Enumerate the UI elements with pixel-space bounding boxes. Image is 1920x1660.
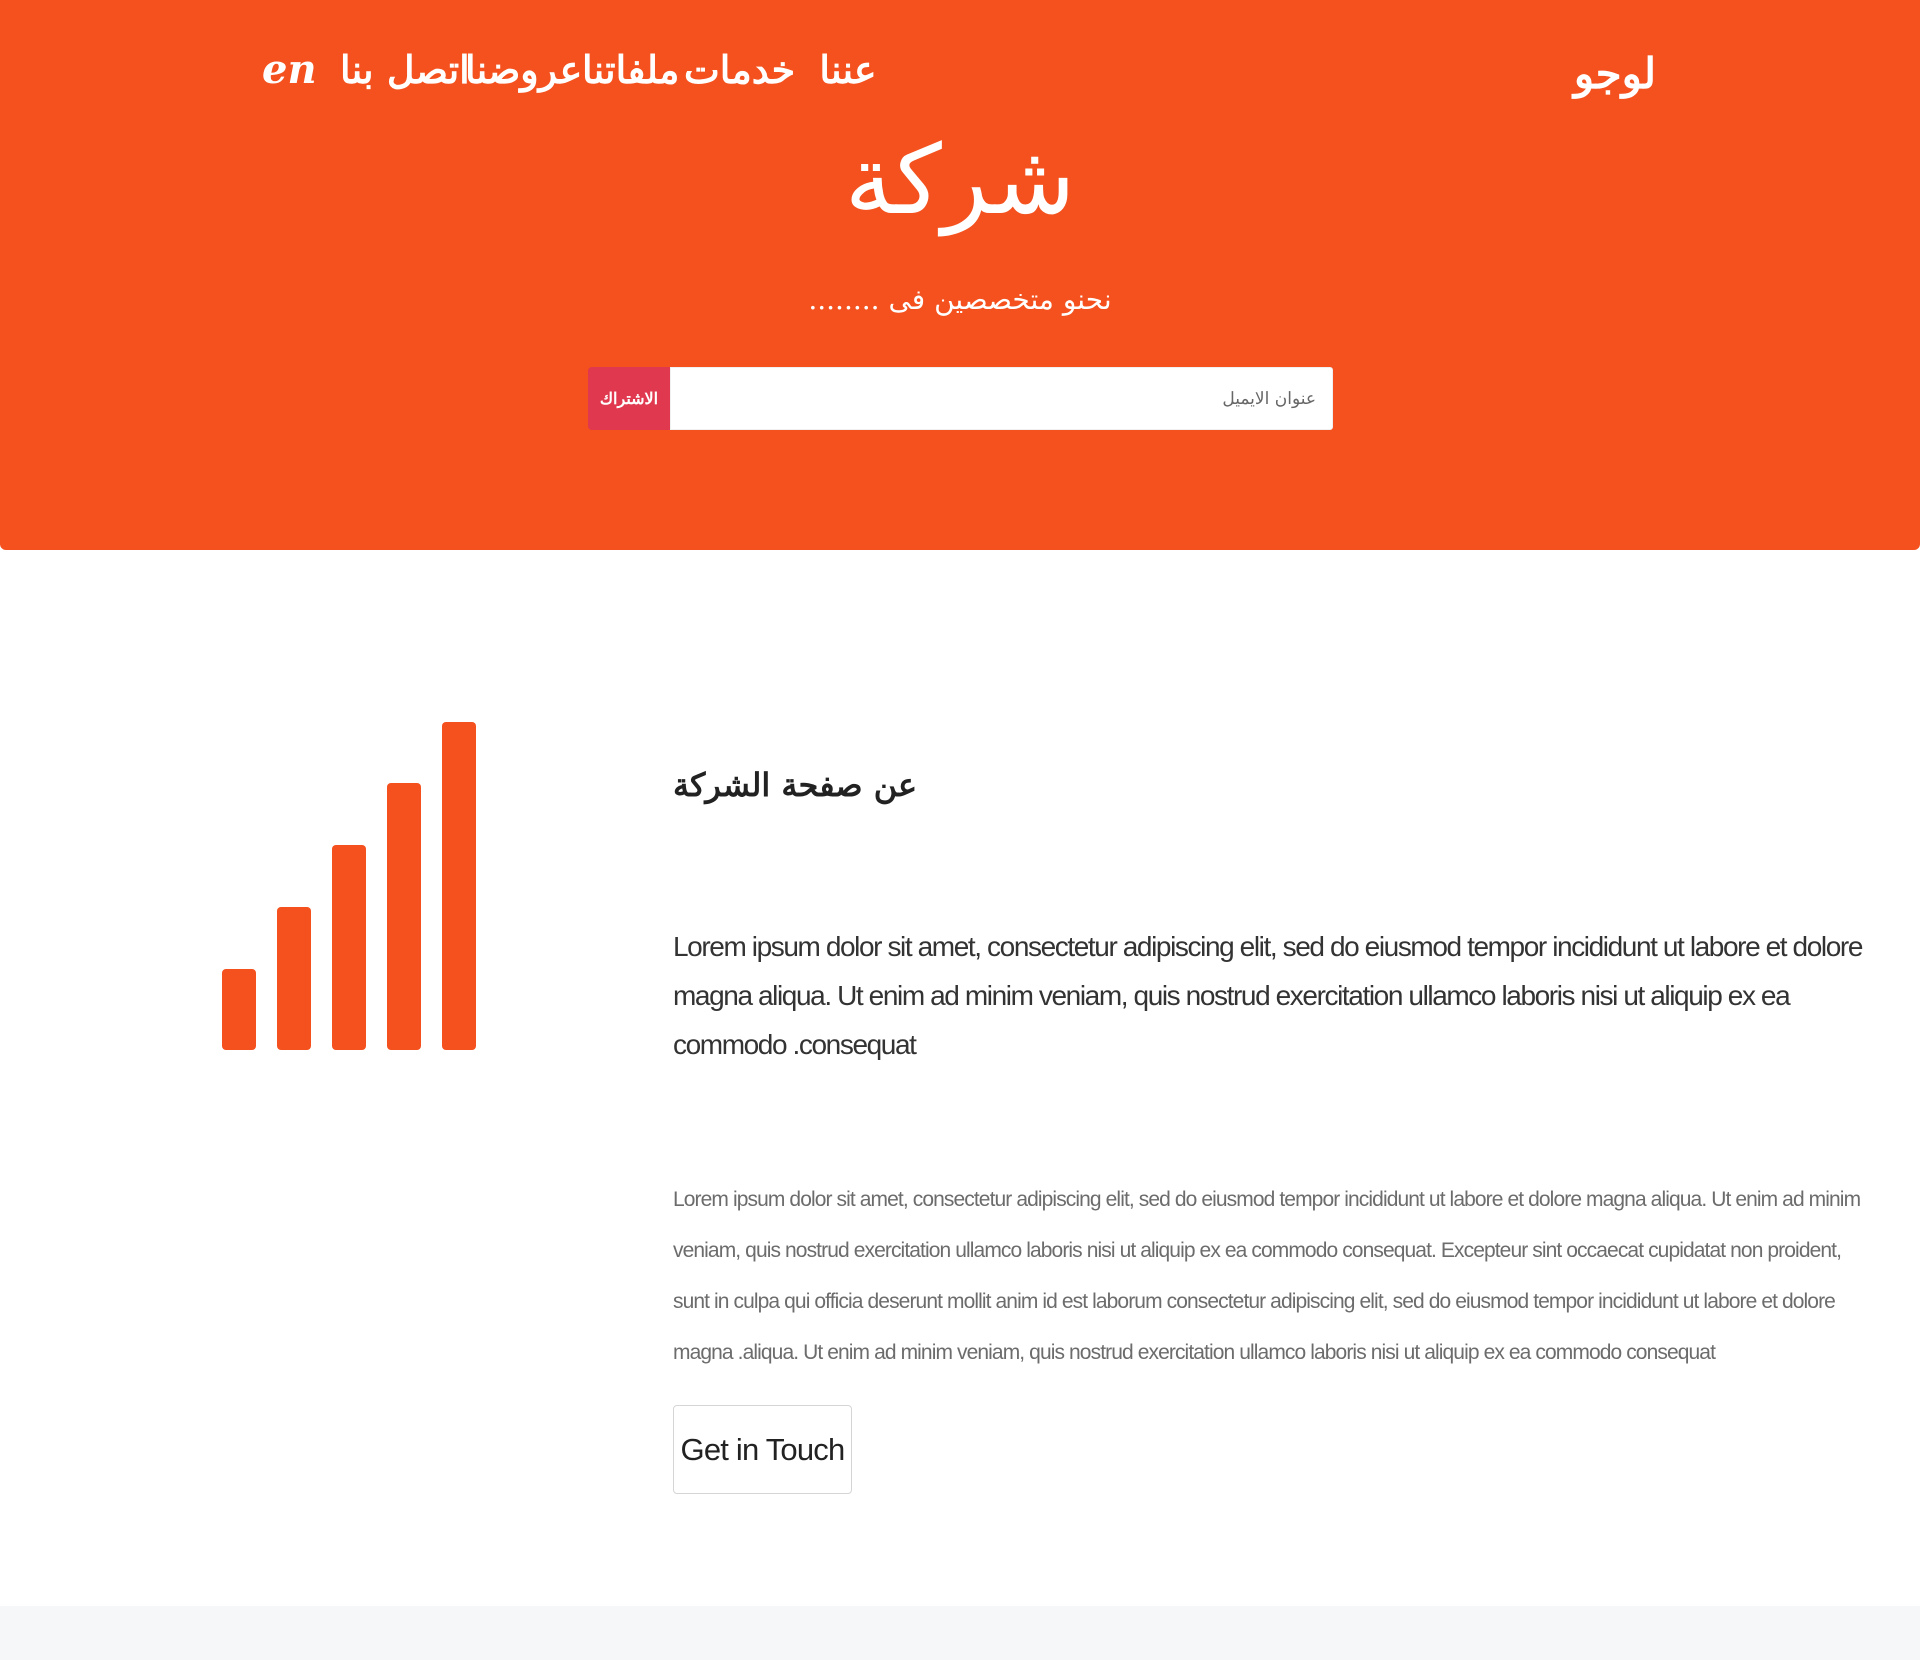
nav-item-contact[interactable]: اتصل بنا [340,40,470,100]
nav-item-about[interactable]: عننا [800,40,896,100]
language-switch[interactable]: en [262,40,317,100]
footer-band [0,1606,1920,1660]
main-nav: عننا خدمات ملفاتنا عروضنا اتصل بنا en [0,40,1920,100]
nav-item-services[interactable]: خدمات [684,40,795,100]
nav-item-offers[interactable]: عروضنا [465,40,582,100]
nav-item-files[interactable]: ملفاتنا [582,40,679,100]
email-input[interactable] [670,367,1333,430]
about-body-text: Lorem ipsum dolor sit amet, consectetur … [673,1188,1861,1364]
about-title: عن صفحة الشركة [673,766,918,804]
tagline: نحنو متخصصين فى ........ [808,283,1112,316]
subscribe-button[interactable]: الاشتراك [588,367,670,430]
company-name: شركة [844,124,1076,236]
about-lead-text: Lorem ipsum dolor sit amet, consectetur … [673,931,1863,1060]
hero-header: لوجو عننا خدمات ملفاتنا عروضنا اتصل بنا … [0,0,1920,550]
signal-bars-icon [222,722,476,1050]
get-in-touch-button[interactable]: Get in Touch [673,1405,852,1494]
subscribe-form: الاشتراك [588,367,1333,430]
